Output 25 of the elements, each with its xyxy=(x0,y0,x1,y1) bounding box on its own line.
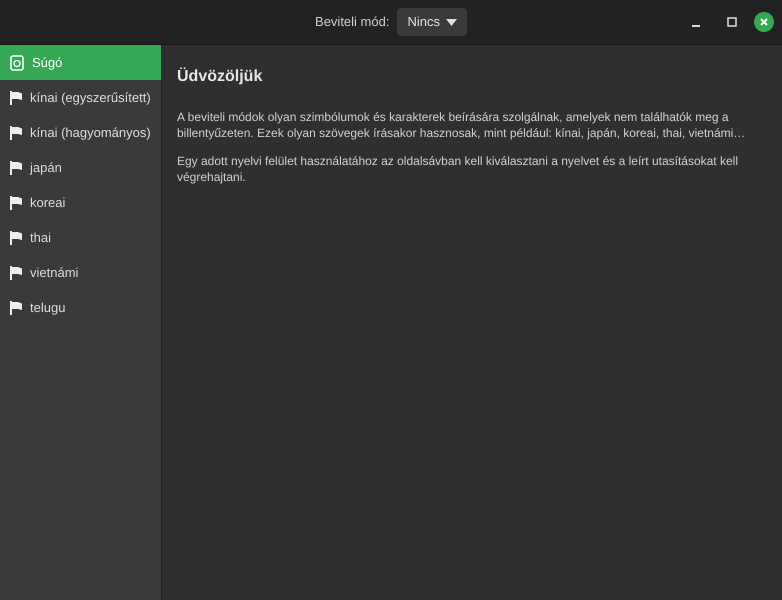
flag-icon xyxy=(10,230,22,244)
document-icon xyxy=(10,54,24,70)
maximize-icon xyxy=(727,17,737,27)
minimize-icon xyxy=(692,25,700,27)
mode-dropdown[interactable]: Nincs xyxy=(397,8,467,36)
close-button[interactable] xyxy=(754,12,774,32)
page-title: Üdvözöljük xyxy=(177,66,264,87)
paragraph: A beviteli módok olyan szimbólumok és karakterek beírására szolgálnak, amelyek nem találhatók meg a billentyűzeten. Ezek olyan szövegek írásakor hasznosak, mint például: kínai, japán, koreai, thai, vietnámi… xyxy=(177,109,746,141)
paragraph: Egy adott nyelvi felület használatához az oldalsávban kell kiválasztani a nyelvet és a leírt utasításokat kell végrehajtani. xyxy=(177,153,739,185)
sidebar-item[interactable]: vietnámi xyxy=(0,255,161,290)
sidebar-item[interactable]: telugu xyxy=(0,290,161,325)
flag-icon xyxy=(10,90,22,104)
sidebar-item[interactable]: japán xyxy=(0,150,161,185)
sidebar-item[interactable]: thai xyxy=(0,220,161,255)
mode-label: Beviteli mód: xyxy=(315,13,390,32)
sidebar-item[interactable]: koreai xyxy=(0,185,161,220)
flag-icon xyxy=(10,300,22,314)
flag-icon xyxy=(10,196,22,210)
sidebar-item[interactable]: kínai (egyszerűsített) xyxy=(0,80,161,115)
flag-icon xyxy=(10,160,22,174)
caret-icon xyxy=(446,18,457,26)
close-icon xyxy=(759,17,769,27)
sidebar-item[interactable]: kínai (hagyományos) xyxy=(0,115,161,150)
flag-icon xyxy=(10,266,22,280)
flag-icon xyxy=(10,126,22,140)
